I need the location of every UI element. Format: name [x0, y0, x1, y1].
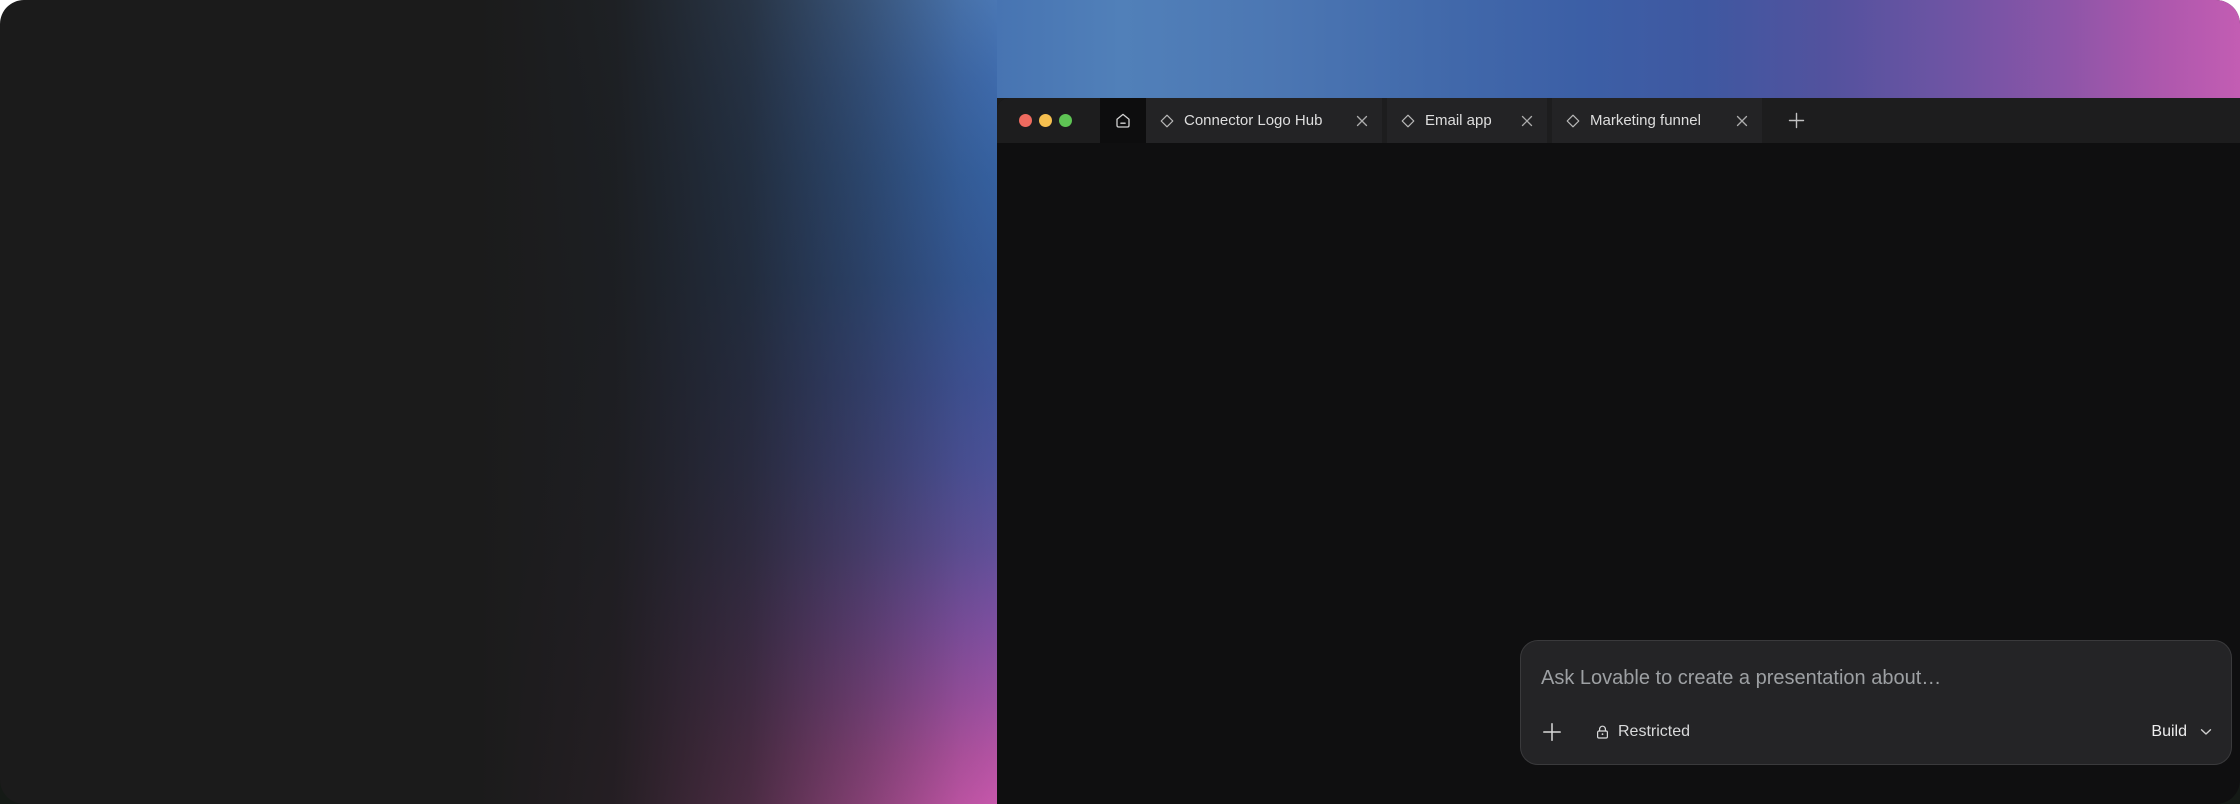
window-controls	[997, 98, 1100, 143]
tab-marketing-funnel[interactable]: Marketing funnel	[1552, 98, 1762, 143]
prompt-input[interactable]	[1541, 663, 2211, 693]
mode-selector[interactable]: Build	[2151, 723, 2212, 741]
tab-connector-logo-hub[interactable]: Connector Logo Hub	[1146, 98, 1382, 143]
visibility-selector[interactable]: Restricted	[1595, 723, 1690, 741]
new-tab-button[interactable]	[1779, 104, 1813, 138]
tab-label: Connector Logo Hub	[1184, 112, 1344, 129]
prompt-toolbar: Restricted Build	[1541, 719, 2212, 745]
tab-label: Email app	[1425, 112, 1509, 129]
minimize-window-button[interactable]	[1039, 114, 1052, 127]
plus-icon	[1542, 722, 1562, 742]
desktop-backdrop: Connector Logo Hub Email app	[0, 0, 2240, 804]
tab-bar: Connector Logo Hub Email app	[997, 98, 2240, 143]
gradient-glow-top	[997, 0, 2240, 98]
prompt-panel: Restricted Build	[1520, 640, 2232, 765]
close-tab-icon[interactable]	[1521, 115, 1533, 127]
visibility-label: Restricted	[1618, 723, 1690, 741]
app-window: Connector Logo Hub Email app	[997, 98, 2240, 804]
lock-icon	[1595, 724, 1610, 740]
tab-label: Marketing funnel	[1590, 112, 1724, 129]
close-tab-icon[interactable]	[1736, 115, 1748, 127]
plus-icon	[1788, 112, 1805, 129]
chevron-down-icon	[2200, 728, 2212, 736]
home-icon	[1114, 112, 1132, 130]
tab-email-app[interactable]: Email app	[1387, 98, 1547, 143]
home-tab[interactable]	[1100, 98, 1146, 143]
attach-button[interactable]	[1541, 721, 1563, 743]
gradient-glow-left-fade	[380, 0, 997, 804]
close-tab-icon[interactable]	[1356, 115, 1368, 127]
project-diamond-icon	[1401, 114, 1415, 128]
maximize-window-button[interactable]	[1059, 114, 1072, 127]
project-diamond-icon	[1160, 114, 1174, 128]
close-window-button[interactable]	[1019, 114, 1032, 127]
mode-label: Build	[2151, 723, 2187, 741]
project-diamond-icon	[1566, 114, 1580, 128]
